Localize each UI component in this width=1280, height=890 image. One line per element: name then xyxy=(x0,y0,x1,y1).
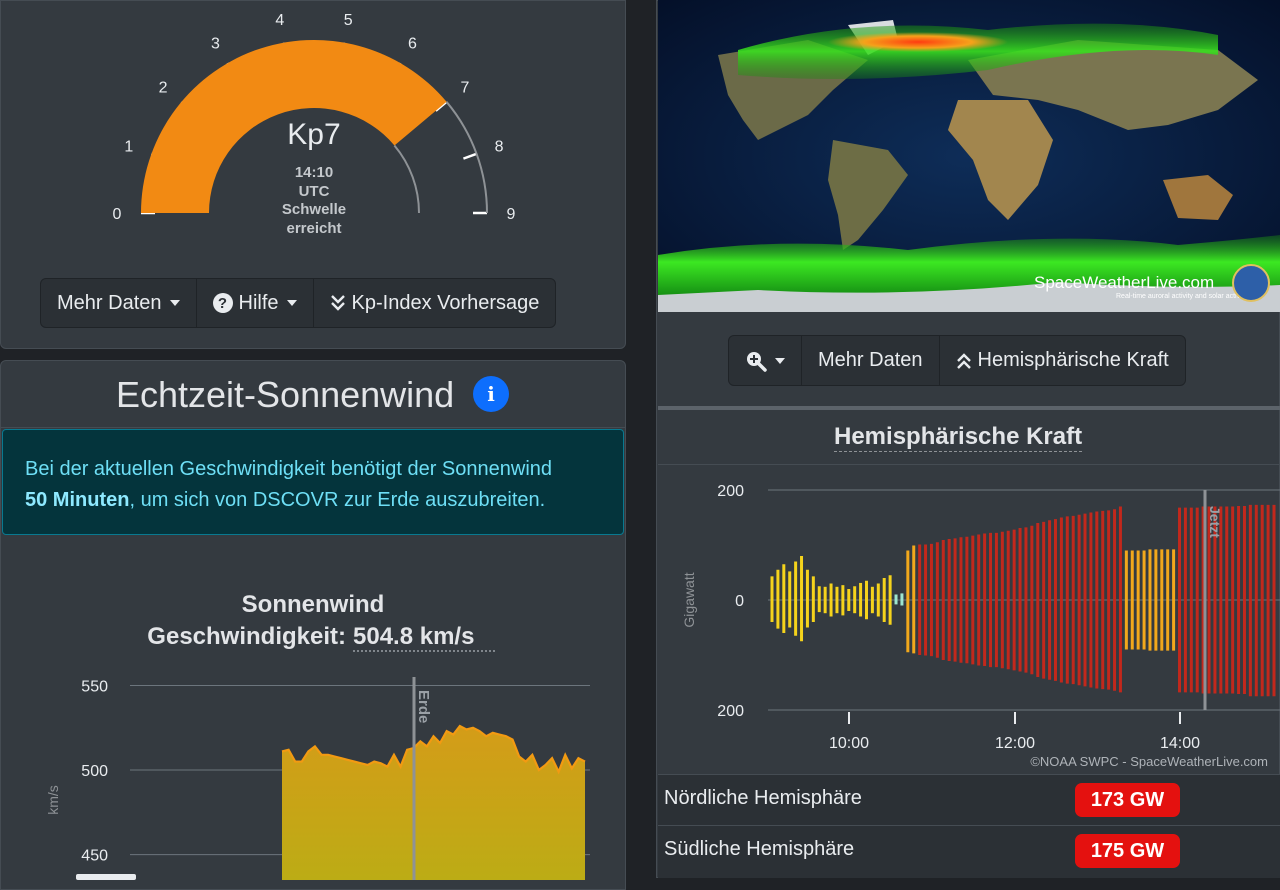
aurora-hotspot xyxy=(828,32,1008,52)
y-tick-label: 550 xyxy=(81,678,108,695)
hemispheric-power-chart: 200 0 200 10:00 12:00 14:00 Gigawatt Jetzt ©N… xyxy=(681,483,1280,769)
help-dropdown[interactable]: ? Hilfe xyxy=(197,279,314,327)
hemi-title-divider xyxy=(658,464,1280,465)
gauge-tick-label: 0 xyxy=(113,206,122,223)
propagation-alert: Bei der aktuellen Geschwindigkeit benöti… xyxy=(2,429,624,535)
y-tick-label: 200 xyxy=(717,703,744,720)
chart-subtitle-label: Geschwindigkeit: xyxy=(147,623,346,650)
hemispheric-power-label: Hemisphärische Kraft xyxy=(977,349,1169,371)
map-toolbar: Mehr Daten Hemisphärische Kraft xyxy=(728,335,1186,386)
kp-forecast-label: Kp-Index Vorhersage xyxy=(351,291,540,314)
alert-duration: 50 Minuten xyxy=(25,489,130,511)
kp-value: Kp7 xyxy=(287,118,340,151)
gauge-tick-label: 3 xyxy=(211,35,220,52)
hemi-y-axis-label: Gigawatt xyxy=(681,572,697,627)
map-more-data-label: Mehr Daten xyxy=(818,349,923,371)
gauge-tick-label: 4 xyxy=(275,12,284,29)
north-hemisphere-row: Nördliche Hemisphäre 173 GW xyxy=(658,774,1280,825)
help-label: Hilfe xyxy=(238,291,279,314)
chart-credit: ©NOAA SWPC - SpaceWeatherLive.com xyxy=(1030,754,1268,769)
gauge-tick xyxy=(462,152,477,160)
y-tick-label: 200 xyxy=(717,483,744,500)
info-icon[interactable]: i xyxy=(473,376,509,412)
map-tagline: Real-time auroral activity and solar act… xyxy=(1116,293,1248,300)
map-more-data-button[interactable]: Mehr Daten xyxy=(802,336,940,385)
y-tick-label: 450 xyxy=(81,848,108,865)
gauge-tick-label: 5 xyxy=(344,12,353,29)
hemi-title: Hemisphärische Kraft xyxy=(834,423,1083,452)
zoom-in-icon xyxy=(747,351,767,372)
kp-gauge: 0 1 2 3 4 5 6 7 8 9 Kp7 14:10 UTC Schwelle erreic… xyxy=(113,12,516,237)
y-tick-label: 500 xyxy=(81,763,108,780)
caret-down-icon xyxy=(169,300,180,306)
kp-toolbar: Mehr Daten ? Hilfe Kp-Index Vorhersage xyxy=(40,278,557,328)
solar-wind-chart: Sonnenwind Geschwindigkeit: 504.8 km/s 5… xyxy=(45,591,590,880)
chart-title: Sonnenwind xyxy=(242,591,385,618)
kp-card: 0 1 2 3 4 5 6 7 8 9 Kp7 14:10 UTC Schwelle erreic… xyxy=(0,0,626,349)
south-hemisphere-row: Südliche Hemisphäre 175 GW xyxy=(658,825,1280,878)
zoom-dropdown[interactable] xyxy=(729,336,802,385)
section-divider xyxy=(658,406,1280,410)
caret-down-icon xyxy=(286,300,297,306)
caret-down-icon xyxy=(775,357,785,364)
north-hemisphere-label: Nördliche Hemisphäre xyxy=(664,787,862,809)
hemispheric-power-button[interactable]: Hemisphärische Kraft xyxy=(940,336,1185,385)
kp-status-line1: Schwelle xyxy=(282,201,346,218)
kp-status-line2: erreicht xyxy=(286,220,341,237)
alert-text-2: , um sich von DSCOVR zur Erde auszubreit… xyxy=(129,489,546,511)
now-marker-label: Jetzt xyxy=(1207,506,1223,538)
map-watermark: SpaceWeatherLive.com xyxy=(1034,273,1214,292)
x-tick-label: 14:00 xyxy=(1160,735,1200,752)
gauge-tick-label: 9 xyxy=(507,206,516,223)
gauge-tick-label: 7 xyxy=(460,79,469,96)
kp-time: 14:10 xyxy=(295,164,333,181)
south-power-badge: 175 GW xyxy=(1075,834,1180,868)
solar-wind-title: Echtzeit-Sonnenwind xyxy=(116,374,455,415)
wind-speed-area xyxy=(282,726,585,880)
more-data-label: Mehr Daten xyxy=(57,291,162,314)
double-chevron-up-icon xyxy=(956,352,971,369)
y-tick-label: 0 xyxy=(735,593,744,610)
alert-text-1: Bei der aktuellen Geschwindigkeit benöti… xyxy=(25,458,553,480)
wind-y-axis-label: km/s xyxy=(45,785,61,815)
north-power-badge: 173 GW xyxy=(1075,783,1180,817)
x-tick-label: 12:00 xyxy=(995,735,1035,752)
x-tick-label: 10:00 xyxy=(829,735,869,752)
gauge-tick-label: 2 xyxy=(159,79,168,96)
chart-toolbar-edge xyxy=(76,874,136,880)
chart-subtitle-value: 504.8 km/s xyxy=(353,623,474,650)
gauge-tick-label: 8 xyxy=(495,139,504,156)
aurora-map[interactable]: SpaceWeatherLive.com Real-time auroral a… xyxy=(658,0,1280,312)
globe-logo-icon xyxy=(1232,264,1270,302)
kp-timezone: UTC xyxy=(299,183,330,200)
gauge-tick-label: 6 xyxy=(408,35,417,52)
kp-forecast-button[interactable]: Kp-Index Vorhersage xyxy=(314,279,556,327)
question-circle-icon: ? xyxy=(212,293,233,313)
south-hemisphere-label: Südliche Hemisphäre xyxy=(664,838,855,860)
more-data-dropdown[interactable]: Mehr Daten xyxy=(41,279,197,327)
earth-marker-label: Erde xyxy=(415,690,432,723)
gauge-tick-label: 1 xyxy=(124,139,133,156)
double-chevron-down-icon xyxy=(330,295,345,311)
